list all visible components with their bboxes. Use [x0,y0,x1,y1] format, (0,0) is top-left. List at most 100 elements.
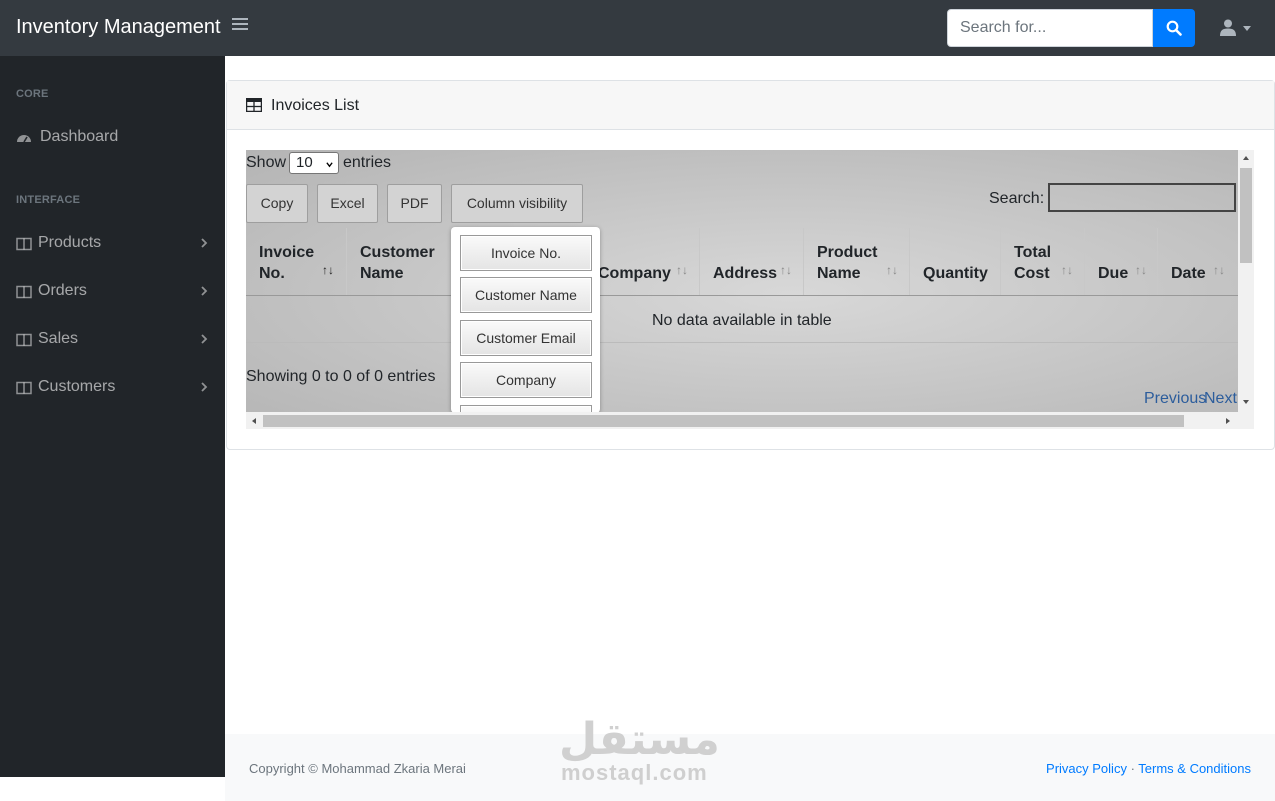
page-length-value: 10 [296,154,313,171]
sidebar-item-dashboard[interactable]: Dashboard [0,114,225,162]
header-line-1: Invoice [259,244,315,261]
footer: مستقل mostaql.com Copyright © Mohammad Z… [225,714,1275,801]
brand-title[interactable]: Inventory Management [16,16,221,39]
colvis-option-customer-email[interactable]: Customer Email [460,320,592,356]
sort-icon: ↑↓ [886,263,898,277]
header-line-2: Quantity [923,265,988,282]
colvis-option-customer-name[interactable]: Customer Name [460,277,592,313]
table-body-divider [246,342,1238,343]
column-header-address[interactable]: Address ↑↓ [700,228,804,296]
column-header-date[interactable]: Date ↑↓ [1158,228,1238,296]
header-line-1: Product [817,244,878,261]
column-header-product-name[interactable]: Product Name ↑↓ [804,228,910,296]
chevron-right-icon [201,382,208,392]
header-line-2: Due [1098,265,1129,282]
search-icon [1166,20,1182,36]
chevron-right-icon [201,286,208,296]
datatable-wrapper: Show 10 entries Copy Excel PDF Column vi… [246,150,1238,412]
scroll-left-icon[interactable] [250,417,258,425]
columns-icon [16,285,32,299]
column-header-invoice-no[interactable]: Invoice No. ↑↓ [246,228,347,296]
column-header-due[interactable]: Due ↑↓ [1085,228,1158,296]
table-icon [246,98,262,112]
sidebar-item-label: Customers [38,378,116,395]
sidebar-heading-interface: INTERFACE [16,194,81,206]
header-line-2: Date [1171,265,1206,282]
header-line-2: Company [598,265,671,282]
sort-icon: ↑↓ [780,263,792,277]
copyright-text: Copyright © Mohammad Zkaria Merai [249,761,466,776]
sort-asc-icon: ↑↓ [322,263,334,277]
card-title: Invoices List [271,97,360,114]
search-button[interactable] [1153,9,1195,47]
sidebar-item-products[interactable]: Products [0,220,225,268]
columns-icon [16,381,32,395]
top-navbar: Inventory Management [0,0,1275,56]
sidebar-item-sales[interactable]: Sales [0,316,225,364]
search-input[interactable] [947,9,1153,47]
horizontal-scroll-thumb[interactable] [263,415,1184,427]
header-line-2: Address [713,265,778,282]
sidebar-heading-core: CORE [16,88,49,100]
column-visibility-button[interactable]: Column visibility [451,184,583,223]
sidebar-item-customers[interactable]: Customers [0,364,225,412]
chevron-right-icon [201,334,208,344]
header-line-2: Name [360,265,404,282]
table-search-input[interactable] [1048,183,1236,212]
previous-page-link[interactable]: Previous [1144,390,1206,408]
sidebar-item-label: Sales [38,330,79,347]
watermark-logo: مستقل [559,714,720,765]
vertical-scroll-thumb[interactable] [1240,168,1252,263]
sort-icon: ↑↓ [1061,263,1073,277]
scroll-right-icon[interactable] [1224,417,1232,425]
column-visibility-dropdown: Invoice No. Customer Name Customer Email… [451,227,600,413]
column-header-customer-name[interactable]: Customer Name [347,228,453,296]
terms-conditions-link[interactable]: Terms & Conditions [1138,761,1251,776]
table-info: Showing 0 to 0 of 0 entries [246,368,436,385]
sort-icon: ↑↓ [676,263,688,277]
sidebar: CORE Dashboard INTERFACE Products Orders… [0,56,225,777]
sidebar-item-label: Dashboard [40,128,119,145]
chevron-right-icon [201,238,208,248]
table-search-label: Search: [989,190,1045,207]
card-header: Invoices List [227,81,1274,130]
empty-table-message: No data available in table [652,312,832,329]
sidebar-item-label: Orders [38,282,87,299]
horizontal-scrollbar[interactable] [246,412,1254,429]
header-line-2: Name [817,265,861,282]
sort-icon: ↑↓ [1213,263,1225,277]
caret-down-icon [1243,26,1251,31]
watermark-text: mostaql.com [561,760,708,785]
sort-icon: ↑↓ [1135,263,1147,277]
page-length-select[interactable]: 10 [289,152,339,174]
column-header-total-cost[interactable]: Total Cost ↑↓ [1001,228,1085,296]
privacy-policy-link[interactable]: Privacy Policy [1046,761,1127,776]
sidebar-item-label: Products [38,234,102,251]
tachometer-icon [17,135,31,143]
excel-button[interactable]: Excel [317,184,378,223]
chevron-down-icon [326,162,333,168]
header-line-1: Total [1014,244,1052,261]
columns-icon [16,237,32,251]
copy-button[interactable]: Copy [246,184,308,223]
colvis-option-invoice-no[interactable]: Invoice No. [460,235,592,271]
column-header-company[interactable]: Company ↑↓ [586,228,700,296]
colvis-option-company[interactable]: Company [460,362,592,398]
header-line-1: Customer [360,244,435,261]
user-menu[interactable] [1218,18,1254,38]
header-line-2: No. [259,265,285,282]
footer-separator: · [1126,761,1139,776]
vertical-scrollbar[interactable] [1238,150,1254,412]
sidebar-toggle-icon[interactable] [232,18,248,36]
table-header-divider [246,295,1238,296]
scroll-up-icon[interactable] [1242,154,1250,162]
scroll-down-icon[interactable] [1242,398,1250,406]
column-header-quantity[interactable]: Quantity [910,228,1001,296]
footer-links: Privacy Policy · Terms & Conditions [1046,761,1251,776]
next-page-link[interactable]: Next [1204,390,1237,408]
pdf-button[interactable]: PDF [387,184,442,223]
length-entries-label: entries [343,154,392,171]
user-icon [1220,19,1236,36]
header-line-2: Cost [1014,265,1050,282]
sidebar-item-orders[interactable]: Orders [0,268,225,316]
